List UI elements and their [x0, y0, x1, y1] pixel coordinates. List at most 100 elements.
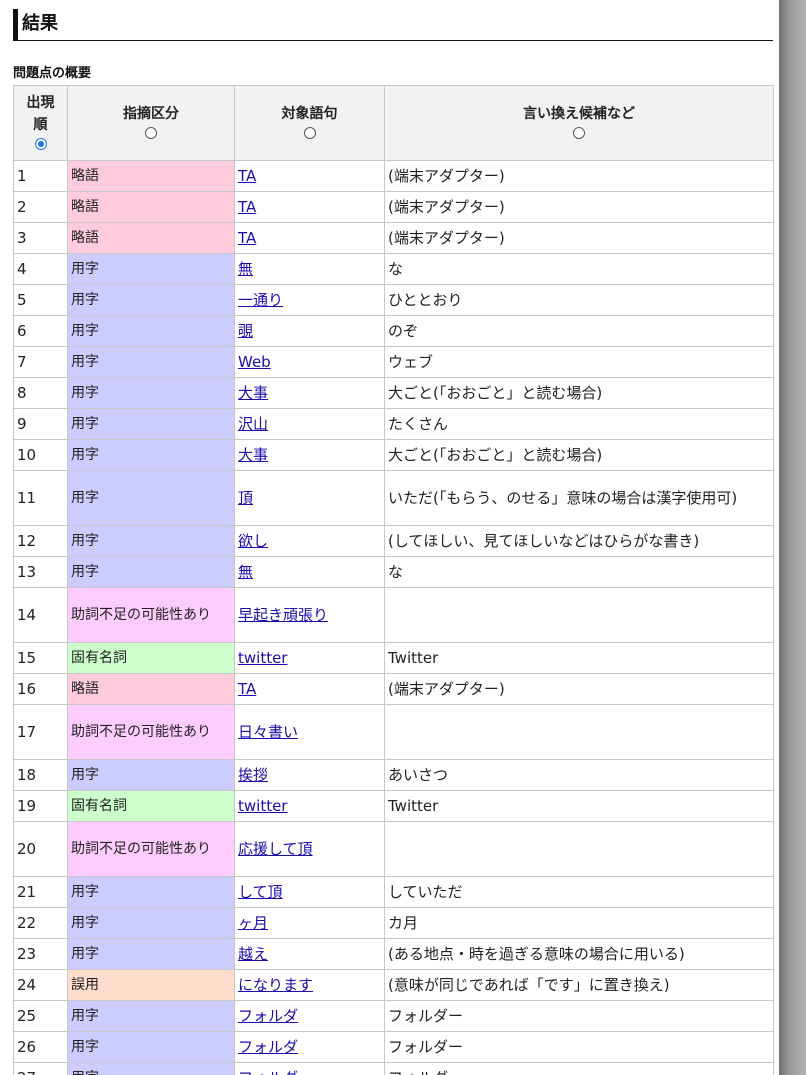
row-suggestion: (端末アダプター) — [384, 160, 774, 192]
row-term: 挨拶 — [234, 759, 385, 791]
row-category: 固有名詞 — [67, 642, 235, 674]
row-suggestion — [384, 704, 774, 760]
row-suggestion: たくさん — [384, 408, 774, 440]
row-order: 7 — [13, 346, 68, 378]
row-order: 12 — [13, 525, 68, 557]
row-order: 23 — [13, 938, 68, 970]
term-link[interactable]: TA — [238, 167, 256, 185]
term-link[interactable]: 日々書い — [238, 723, 298, 741]
row-term: 早起き頑張り — [234, 587, 385, 643]
term-link[interactable]: TA — [238, 198, 256, 216]
row-category: 用字 — [67, 439, 235, 471]
table-row: 18 用字 挨拶 あいさつ — [13, 759, 774, 791]
row-category: 用字 — [67, 408, 235, 440]
row-suggestion: フォルダー — [384, 1000, 774, 1032]
row-category: 略語 — [67, 160, 235, 192]
term-link[interactable]: 越え — [238, 945, 268, 963]
term-link[interactable]: フォルダ — [238, 1007, 298, 1025]
row-term: 大事 — [234, 439, 385, 471]
table-row: 17 助詞不足の可能性あり 日々書い — [13, 704, 774, 760]
row-suggestion: な — [384, 253, 774, 285]
col-header-suggestion: 言い換え候補など — [384, 85, 774, 161]
term-link[interactable]: 大事 — [238, 446, 268, 464]
row-order: 6 — [13, 315, 68, 347]
row-order: 5 — [13, 284, 68, 316]
term-link[interactable]: 早起き頑張り — [238, 606, 328, 624]
term-link[interactable]: 応援して頂 — [238, 840, 313, 858]
row-term: 応援して頂 — [234, 821, 385, 877]
term-link[interactable]: TA — [238, 680, 256, 698]
term-link[interactable]: フォルダ — [238, 1069, 298, 1075]
row-category: 用字 — [67, 1062, 235, 1075]
row-category: 用字 — [67, 876, 235, 908]
row-category: 用字 — [67, 284, 235, 316]
row-category: 助詞不足の可能性あり — [67, 587, 235, 643]
term-link[interactable]: 大事 — [238, 384, 268, 402]
row-suggestion: Twitter — [384, 642, 774, 674]
term-link[interactable]: 覗 — [238, 322, 253, 340]
term-link[interactable]: twitter — [238, 797, 287, 815]
row-category: 用字 — [67, 470, 235, 526]
row-category: 用字 — [67, 1031, 235, 1063]
row-order: 18 — [13, 759, 68, 791]
row-term: 日々書い — [234, 704, 385, 760]
row-order: 15 — [13, 642, 68, 674]
term-link[interactable]: 頂 — [238, 489, 253, 507]
term-link[interactable]: して頂 — [238, 883, 283, 901]
term-link[interactable]: twitter — [238, 649, 287, 667]
row-order: 26 — [13, 1031, 68, 1063]
row-term: TA — [234, 222, 385, 254]
table-row: 10 用字 大事 大ごと(「おおごと」と読む場合) — [13, 439, 774, 471]
term-link[interactable]: 沢山 — [238, 415, 268, 433]
row-category: 固有名詞 — [67, 790, 235, 822]
term-link[interactable]: 一通り — [238, 291, 283, 309]
row-term: TA — [234, 673, 385, 705]
row-order: 19 — [13, 790, 68, 822]
results-table: 出現順 指摘区分 対象語句 言い換え候補など 1 略語 TA (端末アダプター) 2 略語… — [13, 85, 774, 1075]
table-header-row: 出現順 指摘区分 対象語句 言い換え候補など — [13, 85, 774, 161]
row-category: 略語 — [67, 673, 235, 705]
table-row: 27用字フォルダ フォルダー — [13, 1062, 774, 1075]
row-order: 11 — [13, 470, 68, 526]
table-row: 15 固有名詞 twitter Twitter — [13, 642, 774, 674]
row-suggestion: あいさつ — [384, 759, 774, 791]
row-order: 3 — [13, 222, 68, 254]
row-order: 25 — [13, 1000, 68, 1032]
row-suggestion: カ月 — [384, 907, 774, 939]
row-order: 10 — [13, 439, 68, 471]
term-link[interactable]: 無 — [238, 260, 253, 278]
row-term: 大事 — [234, 377, 385, 409]
row-order: 16 — [13, 673, 68, 705]
row-order: 14 — [13, 587, 68, 643]
row-category: 助詞不足の可能性あり — [67, 704, 235, 760]
row-order: 17 — [13, 704, 68, 760]
term-link[interactable]: Web — [238, 353, 271, 371]
sort-category-radio[interactable] — [145, 127, 157, 139]
table-row: 26 用字 フォルダ フォルダー — [13, 1031, 774, 1063]
sort-suggestion-radio[interactable] — [573, 127, 585, 139]
row-order: 1 — [13, 160, 68, 192]
term-link[interactable]: になります — [238, 976, 313, 994]
row-suggestion: 大ごと(「おおごと」と読む場合) — [384, 439, 774, 471]
term-link[interactable]: フォルダ — [238, 1038, 298, 1056]
row-term: TA — [234, 191, 385, 223]
row-term: 覗 — [234, 315, 385, 347]
table-row: 8 用字 大事 大ごと(「おおごと」と読む場合) — [13, 377, 774, 409]
table-row: 12 用字 欲し (してほしい、見てほしいなどはひらがな書き) — [13, 525, 774, 557]
term-link[interactable]: 欲し — [238, 532, 268, 550]
window-shadow — [779, 0, 806, 1075]
sort-term-radio[interactable] — [303, 127, 316, 139]
row-category: 用字 — [67, 253, 235, 285]
row-suggestion: (意味が同じであれば「です」に置き換え) — [384, 969, 774, 1001]
term-link[interactable]: TA — [238, 229, 256, 247]
table-row: 1 略語 TA (端末アダプター) — [13, 160, 774, 192]
row-term: TA — [234, 160, 385, 192]
row-order: 21 — [13, 876, 68, 908]
term-link[interactable]: 無 — [238, 563, 253, 581]
row-term: 無 — [234, 556, 385, 588]
sort-order-radio[interactable] — [34, 138, 47, 150]
term-link[interactable]: 挨拶 — [238, 766, 268, 784]
term-link[interactable]: ヶ月 — [238, 914, 268, 932]
table-row: 25 用字 フォルダ フォルダー — [13, 1000, 774, 1032]
row-order: 13 — [13, 556, 68, 588]
